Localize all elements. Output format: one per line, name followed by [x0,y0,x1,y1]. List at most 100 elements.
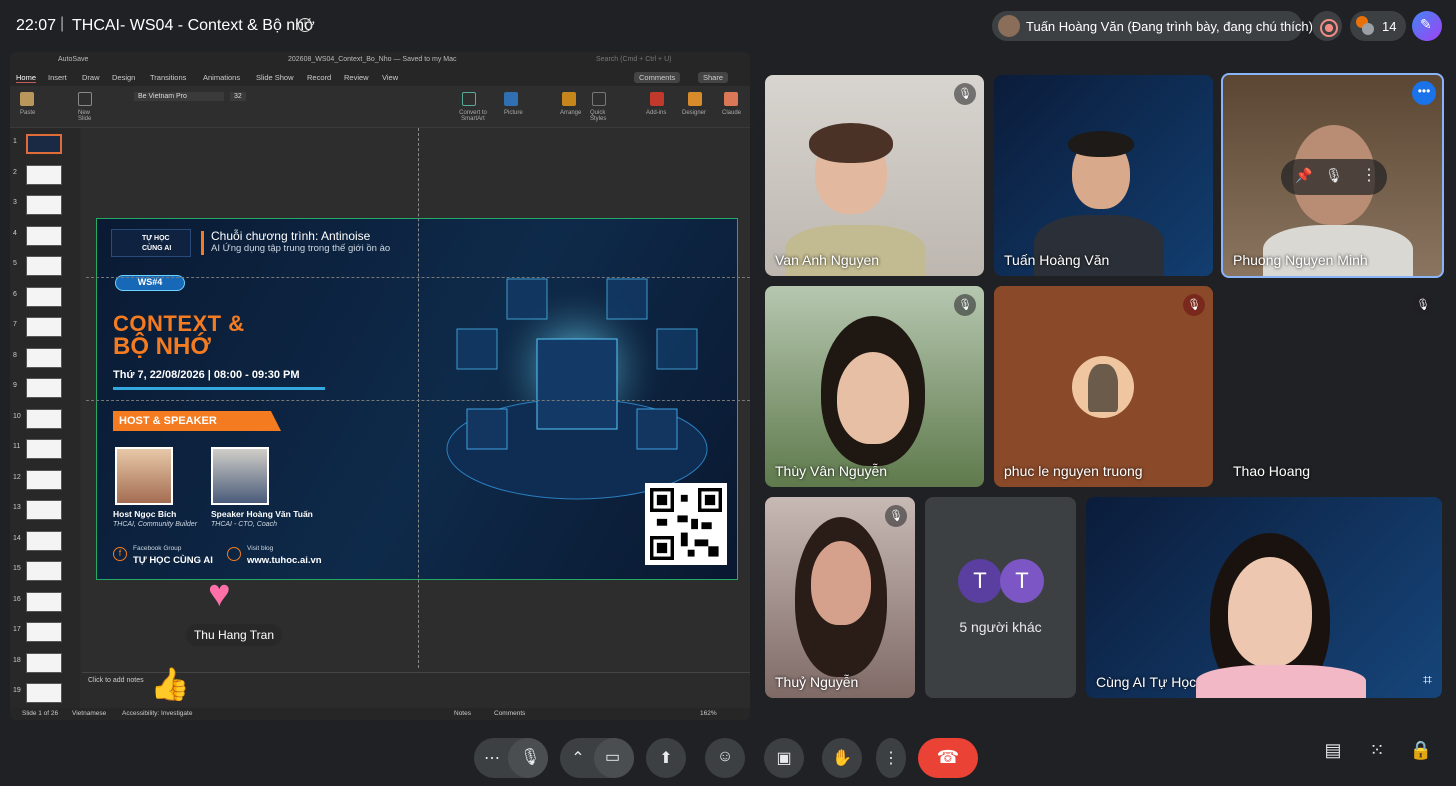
thumbnail-number: 3 [13,199,17,206]
language-indicator[interactable]: Vietnamese [72,710,106,717]
end-call-button[interactable]: ☎ [918,738,978,778]
mic-options-icon[interactable]: ⋯ [480,748,504,768]
mic-icon: 🎙 [520,749,541,766]
crop-icon[interactable]: ⌗ [1423,672,1432,690]
mic-icon[interactable]: 🎙 [1325,167,1343,184]
slide-thumbnail[interactable] [26,317,62,337]
ppt-status-bar: Slide 1 of 26 Vietnamese Accessibility: … [10,708,750,720]
tab-transitions[interactable]: Transitions [150,73,186,82]
host-controls-icon[interactable]: 🔒 [1408,740,1434,761]
comments-button[interactable]: Comments [634,72,681,83]
participant-tile[interactable]: 🎙 phuc le nguyen truong [994,286,1213,487]
new-slide-icon[interactable] [78,92,92,106]
emoji-icon: ☺ [716,748,734,765]
thumbnail-number: 12 [13,473,21,481]
presenter-status-text: Tuấn Hoàng Văn (Đang trình bày, đang chú… [1026,19,1313,34]
slide-thumbnail[interactable] [26,347,62,368]
participant-tile[interactable]: 🎙 Van Anh Nguyen [765,75,984,276]
autosave-label[interactable]: AutoSave [58,56,88,63]
slide-thumbnail[interactable] [26,378,62,398]
camera-button[interactable]: ▭ [594,738,634,778]
slide-thumbnail[interactable] [26,195,62,215]
presenter-avatar [998,15,1020,37]
present-button[interactable]: ⬆ [646,738,686,778]
slide-thumbnail[interactable] [26,591,62,612]
arrange-icon[interactable] [562,92,576,106]
slide-thumbnail[interactable] [26,500,62,520]
slide-thumbnail[interactable] [26,652,62,673]
tab-home[interactable]: Home [16,73,37,83]
participant-tile[interactable]: 🎙 Thùy Vân Nguyễn [765,286,984,487]
qr-code [645,483,727,565]
convert-smartart-label: Convert to SmartArt [459,110,487,122]
tab-draw[interactable]: Draw [82,73,100,82]
tab-insert[interactable]: Insert [48,73,67,82]
tab-animations[interactable]: Animations [203,73,240,82]
thumbnail-number: 16 [13,595,21,603]
smartart-icon[interactable] [462,92,476,106]
slide-thumbnail[interactable] [26,530,62,551]
participant-tile[interactable]: 🎙 Thuỷ Nguyễn [765,497,915,698]
gemini-icon[interactable] [1412,11,1442,41]
claude-icon[interactable] [724,92,738,106]
raise-hand-button[interactable]: ✋ [822,738,862,778]
slide-thumbnail[interactable] [26,439,62,459]
picture-icon[interactable] [504,92,518,106]
pin-icon[interactable]: 📌 [1295,167,1312,184]
paste-icon[interactable] [20,92,34,106]
top-bar: 22:07 | THCAI- WS04 - Context & Bộ nhớ i… [0,0,1456,52]
hand-icon: ✋ [832,750,852,767]
series-subtitle: AI Ứng dụng tập trung trong thế giới ồn … [211,243,391,254]
more-options-button[interactable]: ⋮ [876,738,906,778]
others-tile[interactable]: T T 5 người khác [925,497,1076,698]
slide-thumbnail[interactable] [26,225,62,246]
activities-icon[interactable]: ⁙ [1364,740,1390,761]
participant-tile-pinned[interactable]: 📌 🎙 ⋮ ••• Phuong Nguyen Minh [1221,73,1444,278]
slide-thumbnail[interactable] [26,561,62,581]
participant-tile[interactable]: 🎙 Thao Hoang [1223,286,1442,487]
accessibility-indicator[interactable]: Accessibility: Investigate [122,710,192,717]
date-underline [113,387,325,390]
tab-view[interactable]: View [382,73,398,82]
slide-thumbnail[interactable] [26,469,62,490]
participant-tile[interactable]: ⌗ Cùng AI Tự Học [1086,497,1442,698]
chat-icon[interactable]: ▤ [1320,740,1346,761]
slide-thumbnail[interactable] [26,286,62,307]
slide-thumbnail[interactable] [26,683,62,703]
slide-thumbnail[interactable] [26,134,62,154]
tab-record[interactable]: Record [307,73,331,82]
font-size-select[interactable]: 32 [230,92,246,101]
people-button[interactable]: 14 [1350,11,1406,41]
tab-slide-show[interactable]: Slide Show [256,73,294,82]
more-options-icon[interactable]: ⋮ [1361,165,1377,185]
slide-thumbnail[interactable] [26,408,62,429]
info-icon[interactable]: i [298,18,312,32]
slide-thumbnail[interactable] [26,622,62,642]
tab-review[interactable]: Review [344,73,369,82]
font-name-select[interactable]: Be Vietnam Pro [134,92,224,101]
emoji-button[interactable]: ☺ [705,738,745,778]
thumbnail-number: 6 [13,290,17,298]
zoom-level[interactable]: 162% [700,710,717,717]
captions-button[interactable]: ▣ [764,738,804,778]
comments-toggle[interactable]: Comments [494,710,525,717]
mic-button[interactable]: 🎙 [508,738,548,778]
designer-icon[interactable] [688,92,702,106]
file-title: 202608_WS04_Context_Bo_Nho — Saved to my… [288,56,457,63]
add-ins-icon[interactable] [650,92,664,106]
record-icon[interactable] [1312,11,1342,41]
thumbnail-number: 1 [13,138,17,145]
ppt-ribbon-tabs: Home Insert Draw Design Transitions Anim… [10,70,750,86]
search-input[interactable]: Search (Cmd + Ctrl + U) [596,56,671,63]
more-options-icon[interactable]: ••• [1412,81,1436,105]
tab-design[interactable]: Design [112,73,135,82]
notes-toggle[interactable]: Notes [454,710,471,717]
slide-thumbnail[interactable] [26,256,62,276]
presenter-status-pill[interactable]: Tuấn Hoàng Văn (Đang trình bày, đang chú… [992,11,1313,41]
participant-tile[interactable]: Tuấn Hoàng Văn [994,75,1213,276]
share-button[interactable]: Share [698,72,729,83]
chevron-up-icon[interactable]: ⌃ [566,748,590,768]
participant-name: Thuỷ Nguyễn [775,674,859,690]
slide-thumbnail[interactable] [26,164,62,185]
quick-styles-icon[interactable] [592,92,606,106]
